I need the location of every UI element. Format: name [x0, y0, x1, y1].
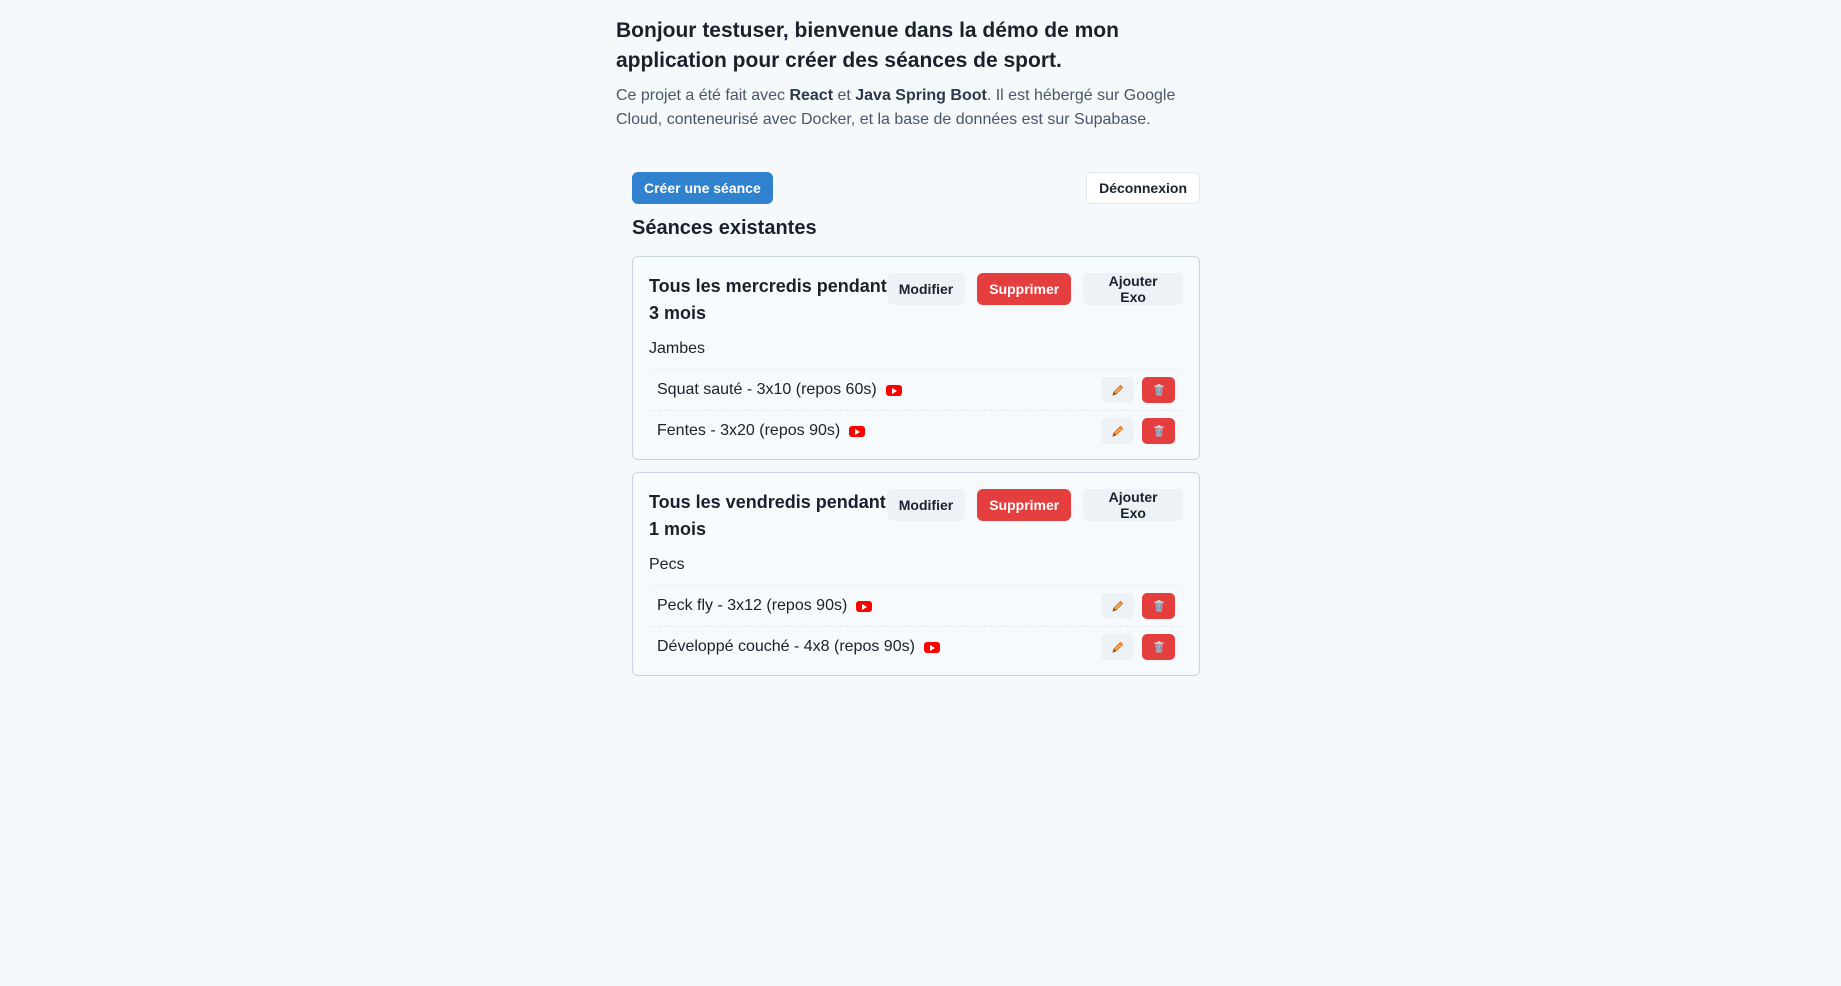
- project-description: Ce projet a été fait avec React et Java …: [616, 87, 1176, 128]
- seance-card: Tous les mercredis pendant 3 mois Modifi…: [632, 256, 1200, 460]
- trash-icon: [1154, 600, 1163, 612]
- seance-title: Tous les vendredis pendant 1 mois: [649, 492, 886, 539]
- exercise-list: Squat sauté - 3x10 (repos 60s) Fentes - …: [649, 369, 1183, 451]
- exercise-row: Squat sauté - 3x10 (repos 60s): [649, 369, 1183, 410]
- youtube-icon[interactable]: [923, 641, 940, 653]
- intro: Bonjour testuser, bienvenue dans la démo…: [616, 16, 1226, 132]
- seance-list: Tous les mercredis pendant 3 mois Modifi…: [632, 256, 1200, 676]
- pencil-icon: [1111, 425, 1123, 437]
- modify-seance-button[interactable]: Modifier: [886, 489, 966, 521]
- logout-button[interactable]: Déconnexion: [1086, 172, 1200, 204]
- delete-exercise-button[interactable]: [1142, 377, 1175, 403]
- add-exercise-button[interactable]: Ajouter Exo: [1083, 273, 1183, 305]
- seance-actions: Modifier Supprimer Ajouter Exo: [886, 273, 1183, 305]
- top-bar: Créer une séance Déconnexion: [632, 172, 1200, 204]
- exercise-label: Peck fly - 3x12 (repos 90s): [657, 597, 848, 614]
- trash-icon: [1154, 425, 1163, 437]
- trash-icon: [1154, 384, 1163, 396]
- delete-seance-button[interactable]: Supprimer: [977, 273, 1072, 305]
- edit-exercise-button[interactable]: [1101, 593, 1134, 619]
- muscle-group: Jambes: [649, 340, 706, 357]
- pencil-icon: [1111, 384, 1123, 396]
- spring-label: Java Spring Boot: [855, 87, 987, 104]
- edit-exercise-button[interactable]: [1101, 418, 1134, 444]
- edit-exercise-button[interactable]: [1101, 634, 1134, 660]
- react-label: React: [789, 87, 834, 104]
- welcome-title: Bonjour testuser, bienvenue dans la démo…: [616, 19, 1119, 72]
- exercise-label: Fentes - 3x20 (repos 90s): [657, 422, 841, 439]
- exercise-list: Peck fly - 3x12 (repos 90s) Développé co…: [649, 585, 1183, 667]
- seance-actions: Modifier Supprimer Ajouter Exo: [886, 489, 1183, 521]
- trash-icon: [1154, 641, 1163, 653]
- exercise-row: Développé couché - 4x8 (repos 90s): [649, 626, 1183, 667]
- seance-header: Tous les vendredis pendant 1 mois Modifi…: [649, 489, 1183, 543]
- edit-exercise-button[interactable]: [1101, 377, 1134, 403]
- pencil-icon: [1111, 600, 1123, 612]
- youtube-icon[interactable]: [856, 600, 873, 612]
- exercise-row: Fentes - 3x20 (repos 90s): [649, 410, 1183, 451]
- exercise-label: Développé couché - 4x8 (repos 90s): [657, 638, 915, 655]
- add-exercise-button[interactable]: Ajouter Exo: [1083, 489, 1183, 521]
- seance-header: Tous les mercredis pendant 3 mois Modifi…: [649, 273, 1183, 327]
- delete-exercise-button[interactable]: [1142, 418, 1175, 444]
- delete-exercise-button[interactable]: [1142, 593, 1175, 619]
- youtube-icon[interactable]: [849, 425, 866, 437]
- muscle-group: Pecs: [649, 556, 685, 573]
- seance-card: Tous les vendredis pendant 1 mois Modifi…: [632, 472, 1200, 676]
- pencil-icon: [1111, 641, 1123, 653]
- exercise-row: Peck fly - 3x12 (repos 90s): [649, 585, 1183, 626]
- youtube-icon[interactable]: [885, 384, 902, 396]
- delete-exercise-button[interactable]: [1142, 634, 1175, 660]
- seance-title: Tous les mercredis pendant 3 mois: [649, 276, 887, 323]
- create-seance-button[interactable]: Créer une séance: [632, 172, 773, 204]
- delete-seance-button[interactable]: Supprimer: [977, 489, 1072, 521]
- seances-panel: Créer une séance Déconnexion Séances exi…: [632, 172, 1200, 676]
- exercise-label: Squat sauté - 3x10 (repos 60s): [657, 381, 877, 398]
- section-title: Séances existantes: [632, 217, 817, 239]
- modify-seance-button[interactable]: Modifier: [886, 273, 966, 305]
